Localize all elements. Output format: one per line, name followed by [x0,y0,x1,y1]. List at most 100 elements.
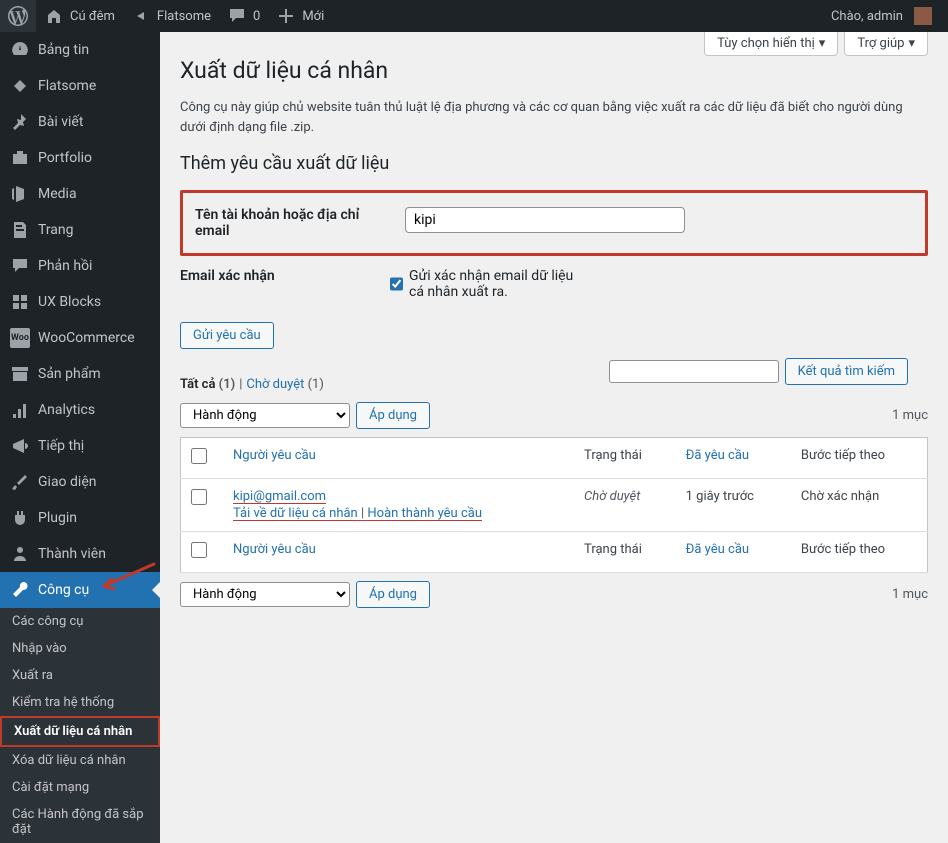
menu-label: Flatsome [38,78,96,94]
select-all-top[interactable] [191,448,207,464]
bulk-action-select-bottom[interactable]: Hành động [180,582,350,607]
site-name: Cú đêm [70,9,115,24]
comment-icon [10,256,30,276]
confirm-label: Email xác nhận [180,268,390,284]
menu-label: Plugin [38,510,77,526]
email-row-highlight: Tên tài khoản hoặc địa chỉ email [180,190,928,256]
comment-count: 0 [253,9,260,24]
submenu-item[interactable]: Các công cụ [0,608,160,635]
wrench-icon [10,580,30,600]
submenu-item[interactable]: Cài đặt mạng [0,774,160,801]
row-actions: Tải về dữ liệu cá nhân | Hoàn thành yêu … [233,506,564,521]
col-requester[interactable]: Người yêu cầu [223,438,574,479]
menu-label: Công cụ [38,582,89,598]
admin-sidebar: Bảng tin Flatsome Bài viết Portfolio Med… [0,0,160,843]
portfolio-icon [10,148,30,168]
menu-label: Media [38,186,77,202]
confirm-text: Gửi xác nhận email dữ liệu cá nhân xuất … [409,268,590,300]
submenu-tools: Các công cụ Nhập vào Xuất ra Kiểm tra hệ… [0,608,160,843]
pagination-bottom: 1 mục [892,587,928,602]
row-email[interactable]: kipi@gmail.com [233,489,326,504]
menu-media[interactable]: Media [0,176,160,212]
action-complete[interactable]: Hoàn thành yêu cầu [367,506,482,521]
confirm-checkbox[interactable] [390,276,403,292]
submenu-item-export-personal[interactable]: Xuất dữ liệu cá nhân [2,718,158,745]
menu-label: Tiếp thị [38,438,84,454]
menu-appearance[interactable]: Giao diện [0,464,160,500]
action-download[interactable]: Tải về dữ liệu cá nhân [233,506,358,521]
confirm-checkbox-wrap[interactable]: Gửi xác nhận email dữ liệu cá nhân xuất … [390,268,600,300]
greeting-text: Chào, admin [831,9,903,24]
admin-toolbar: Cú đêm Flatsome 0 Mới Chào, admin [0,0,948,32]
menu-analytics[interactable]: Analytics [0,392,160,428]
menu-pages[interactable]: Trang [0,212,160,248]
submenu-item[interactable]: Xuất ra [0,662,160,689]
chevron-down-icon: ▾ [908,36,915,51]
plus-icon [276,6,296,26]
menu-portfolio[interactable]: Portfolio [0,140,160,176]
submenu-item[interactable]: Nhập vào [0,635,160,662]
dashboard-icon [10,40,30,60]
help-tab[interactable]: Trợ giúp▾ [844,32,928,56]
menu-label: Bài viết [38,114,83,130]
flatsome-icon [10,76,30,96]
page-icon [10,220,30,240]
submenu-item[interactable]: Xóa dữ liệu cá nhân [0,747,160,774]
new-label: Mới [302,9,324,24]
megaphone-icon [10,436,30,456]
site-link[interactable]: Cú đêm [36,0,123,32]
tablenav-top: Hành động Áp dụng 1 mục [180,402,928,429]
menu-label: Giao diện [38,474,96,490]
apply-button-bottom[interactable]: Áp dụng [356,581,430,608]
wordpress-icon [8,6,28,26]
comments-link[interactable]: 0 [219,0,268,32]
menu-label: UX Blocks [38,294,101,310]
row-checkbox[interactable] [191,489,207,505]
filter-all[interactable]: Tất cả (1) [180,377,235,392]
new-link[interactable]: Mới [268,0,332,32]
flatsome-arrow-icon [131,6,151,26]
col-requested[interactable]: Đã yêu cầu [676,438,791,479]
search-button[interactable]: Kết quả tìm kiếm [785,358,908,385]
screen-options-tab[interactable]: Tùy chọn hiển thị▾ [704,32,838,56]
comment-icon [227,6,247,26]
wp-logo[interactable] [0,0,36,32]
submenu-item[interactable]: Kiểm tra hệ thống [0,689,160,716]
theme-link[interactable]: Flatsome [123,0,219,32]
menu-comments[interactable]: Phản hồi [0,248,160,284]
select-all-bottom[interactable] [191,542,207,558]
woo-icon: Woo [10,328,30,348]
menu-flatsome[interactable]: Flatsome [0,68,160,104]
requests-table: Người yêu cầu Trạng thái Đã yêu cầu Bước… [180,437,928,573]
col-status: Trạng thái [574,438,676,479]
menu-plugins[interactable]: Plugin [0,500,160,536]
apply-button-top[interactable]: Áp dụng [356,402,430,429]
row-requested: 1 giây trước [676,479,791,532]
col-requester[interactable]: Người yêu cầu [223,532,574,573]
confirm-row: Email xác nhận Gửi xác nhận email dữ liệ… [180,256,928,312]
block-icon [10,292,30,312]
plugin-icon [10,508,30,528]
submit-request-button[interactable]: Gửi yêu cầu [180,322,274,349]
menu-woocommerce[interactable]: WooWooCommerce [0,320,160,356]
search-input[interactable] [609,360,779,383]
col-requested[interactable]: Đã yêu cầu [676,532,791,573]
menu-tools[interactable]: Công cụ [0,572,160,608]
menu-dashboard[interactable]: Bảng tin [0,32,160,68]
account-link[interactable]: Chào, admin [823,0,940,32]
row-status: Chờ duyệt [584,489,640,504]
menu-label: Analytics [38,402,95,418]
menu-users[interactable]: Thành viên [0,536,160,572]
menu-uxblocks[interactable]: UX Blocks [0,284,160,320]
menu-label: Sản phẩm [38,366,101,382]
filter-pending[interactable]: Chờ duyệt (1) [246,377,324,392]
username-email-input[interactable] [405,207,685,233]
menu-posts[interactable]: Bài viết [0,104,160,140]
submenu-item[interactable]: Các Hành động đã sắp đặt [0,801,160,843]
chevron-down-icon: ▾ [819,36,826,51]
menu-label: Trang [38,222,74,238]
bulk-action-select-top[interactable]: Hành động [180,403,350,428]
menu-products[interactable]: Sản phẩm [0,356,160,392]
menu-marketing[interactable]: Tiếp thị [0,428,160,464]
brush-icon [10,472,30,492]
